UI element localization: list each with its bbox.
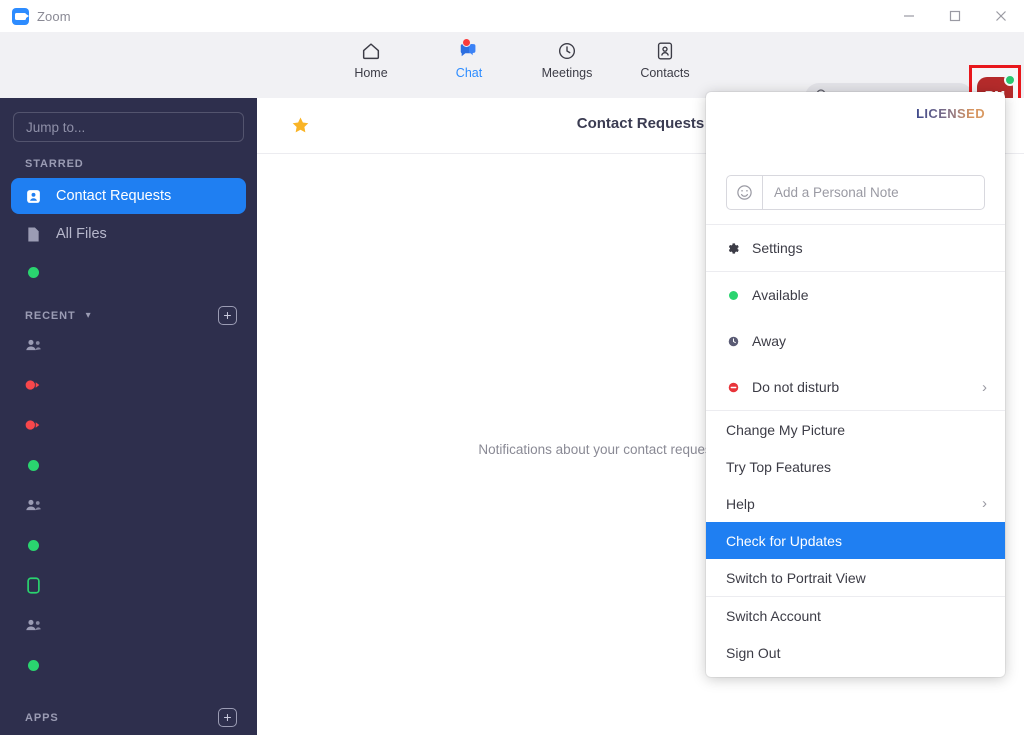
sidebar: STARRED Contact Requests All Files	[0, 98, 257, 735]
profile-dropdown-menu: LICENSED S	[706, 92, 1005, 677]
menu-item-try-top-features-label: Try Top Features	[726, 458, 832, 475]
personal-note-row	[706, 175, 1005, 224]
jump-to-input[interactable]	[26, 119, 231, 135]
list-item[interactable]	[0, 645, 257, 685]
license-badge: LICENSED	[916, 106, 985, 121]
title-bar: Zoom	[0, 0, 1024, 32]
smiley-icon[interactable]	[727, 176, 763, 209]
list-item[interactable]	[0, 325, 257, 365]
menu-item-change-my-picture[interactable]: Change My Picture	[706, 411, 1005, 448]
file-icon	[24, 226, 42, 243]
main-nav: Home Chat Meetings Contacts	[340, 38, 696, 80]
phone-outline-icon	[24, 576, 42, 594]
menu-item-switch-account-label: Switch Account	[726, 607, 821, 624]
sidebar-item-starred-contact[interactable]	[11, 254, 246, 290]
window-controls	[886, 0, 1024, 32]
maximize-button[interactable]	[932, 0, 978, 32]
zoom-camera-icon	[12, 7, 29, 25]
sidebar-section-apps-label: APPS	[25, 711, 59, 724]
clock-icon	[556, 38, 578, 64]
presence-available-dot	[1004, 74, 1016, 86]
add-app-button[interactable]: +	[218, 708, 237, 727]
presence-available-dot	[24, 459, 42, 471]
list-item[interactable]	[0, 485, 257, 525]
app-header: Home Chat Meetings Contacts Search	[0, 32, 1024, 125]
menu-item-settings[interactable]: Settings	[706, 225, 1005, 271]
sidebar-item-contact-requests-label: Contact Requests	[56, 188, 172, 204]
menu-item-switch-to-portrait-view-label: Switch to Portrait View	[726, 569, 866, 586]
list-item[interactable]	[0, 605, 257, 645]
menu-item-help-label: Help	[726, 495, 755, 512]
presence-available-dot	[24, 539, 42, 551]
sidebar-item-all-files-label: All Files	[56, 226, 107, 242]
menu-item-settings-label: Settings	[752, 240, 803, 256]
sidebar-item-contact-requests[interactable]: Contact Requests	[11, 178, 246, 214]
menu-item-help[interactable]: Help ›	[706, 485, 1005, 522]
presence-dnd-icon	[726, 382, 740, 393]
menu-profile-section: LICENSED	[706, 92, 1005, 175]
app-title: Zoom	[37, 8, 71, 24]
menu-item-sign-out-label: Sign Out	[726, 644, 781, 661]
list-item[interactable]	[0, 405, 257, 445]
zoom-app-window: Zoom Home Chat Meetings Contacts Search …	[0, 0, 1024, 735]
menu-item-check-for-updates[interactable]: Check for Updates	[706, 522, 1005, 559]
nav-tab-home-label: Home	[354, 66, 388, 80]
recording-red-icon	[24, 379, 42, 391]
recording-red-icon	[24, 419, 42, 431]
title-bar-left: Zoom	[0, 7, 71, 25]
menu-item-do-not-disturb-label: Do not disturb	[752, 379, 840, 395]
sidebar-section-recent: RECENT ▾ +	[0, 292, 257, 325]
nav-tab-contacts[interactable]: Contacts	[634, 38, 696, 80]
nav-tab-meetings[interactable]: Meetings	[536, 38, 598, 80]
chevron-right-icon: ›	[982, 495, 987, 512]
menu-item-sign-out[interactable]: Sign Out	[706, 634, 1005, 671]
list-item[interactable]	[0, 565, 257, 605]
chat-bubble-icon	[458, 38, 480, 64]
chat-notification-badge	[462, 38, 471, 47]
menu-item-switch-to-portrait-view[interactable]: Switch to Portrait View	[706, 559, 1005, 596]
contact-card-icon	[654, 38, 676, 64]
nav-tab-chat-label: Chat	[455, 66, 483, 80]
sidebar-item-all-files[interactable]: All Files	[11, 216, 246, 252]
sidebar-section-starred-label: STARRED	[25, 158, 84, 170]
menu-item-switch-account[interactable]: Switch Account	[706, 597, 1005, 634]
menu-item-change-my-picture-label: Change My Picture	[726, 421, 846, 438]
list-item[interactable]	[0, 365, 257, 405]
menu-item-check-for-updates-label: Check for Updates	[726, 532, 842, 549]
contact-request-icon	[24, 188, 42, 205]
minimize-button[interactable]	[886, 0, 932, 32]
menu-item-available-label: Available	[752, 287, 809, 303]
add-recent-button[interactable]: +	[218, 306, 237, 325]
sidebar-section-recent-label: RECENT	[25, 309, 76, 322]
menu-item-do-not-disturb[interactable]: Do not disturb ›	[706, 364, 1005, 410]
nav-tab-contacts-label: Contacts	[640, 66, 690, 80]
nav-tab-chat[interactable]: Chat	[438, 38, 500, 80]
group-icon	[24, 618, 42, 632]
menu-item-available[interactable]: Available	[706, 272, 1005, 318]
recent-list	[0, 325, 257, 685]
list-item[interactable]	[0, 445, 257, 485]
jump-to-search[interactable]	[13, 112, 244, 142]
sidebar-section-apps: APPS +	[0, 708, 257, 727]
list-item[interactable]	[0, 525, 257, 565]
group-icon	[24, 338, 42, 352]
presence-away-icon	[726, 336, 740, 347]
presence-available-dot	[726, 290, 740, 300]
menu-item-try-top-features[interactable]: Try Top Features	[706, 448, 1005, 485]
close-button[interactable]	[978, 0, 1024, 32]
personal-note-field[interactable]	[726, 175, 985, 210]
chevron-right-icon: ›	[982, 378, 987, 396]
home-icon	[360, 38, 382, 64]
presence-available-dot	[24, 659, 42, 671]
group-icon	[24, 498, 42, 512]
menu-item-away-label: Away	[752, 333, 786, 349]
nav-tab-meetings-label: Meetings	[541, 66, 593, 80]
nav-tab-home[interactable]: Home	[340, 38, 402, 80]
presence-available-dot	[24, 266, 42, 278]
personal-note-input[interactable]	[763, 185, 984, 200]
gear-icon	[726, 241, 740, 256]
chevron-down-icon[interactable]: ▾	[86, 310, 91, 321]
menu-item-away[interactable]: Away	[706, 318, 1005, 364]
